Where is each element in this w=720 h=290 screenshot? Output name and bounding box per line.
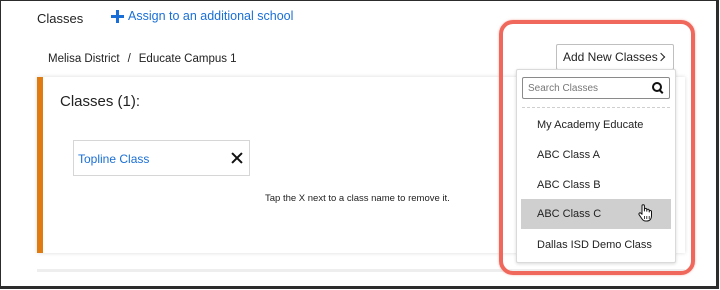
next-section-edge xyxy=(37,269,685,272)
plus-icon xyxy=(111,9,124,23)
dropdown-option[interactable]: ABC Class A xyxy=(521,140,671,170)
screenshot-frame: Classes Assign to an additional school M… xyxy=(0,0,719,289)
class-chip-label[interactable]: Topline Class xyxy=(78,152,149,166)
add-new-classes-button[interactable]: Add New Classes xyxy=(556,44,674,70)
breadcrumb-district: Melisa District xyxy=(48,53,120,65)
add-new-classes-label: Add New Classes xyxy=(563,50,658,64)
dropdown-option[interactable]: My Academy Educate xyxy=(521,110,671,140)
chevron-right-icon xyxy=(656,52,666,62)
page-title: Classes xyxy=(37,11,84,26)
search-icon[interactable] xyxy=(652,82,664,94)
classes-card-title: Classes (1): xyxy=(60,93,141,110)
breadcrumb-separator: / xyxy=(127,53,131,65)
breadcrumb: Melisa District / Educate Campus 1 xyxy=(48,53,237,65)
remove-hint-text: Tap the X next to a class name to remove… xyxy=(265,193,450,204)
classes-dropdown: My Academy Educate ABC Class A ABC Class… xyxy=(516,69,676,263)
assign-school-link-label: Assign to an additional school xyxy=(128,9,294,23)
breadcrumb-campus: Educate Campus 1 xyxy=(138,53,237,65)
dropdown-option-label: ABC Class C xyxy=(537,208,602,220)
assign-school-link[interactable]: Assign to an additional school xyxy=(111,9,293,23)
search-classes-input[interactable] xyxy=(528,82,652,94)
close-icon[interactable] xyxy=(231,152,243,164)
hand-cursor-icon xyxy=(638,204,652,222)
class-chip: Topline Class xyxy=(73,140,250,176)
dropdown-divider xyxy=(522,107,670,108)
dropdown-option[interactable]: ABC Class B xyxy=(521,170,671,200)
search-box xyxy=(522,77,670,99)
dropdown-option[interactable]: Dallas ISD Demo Class xyxy=(521,230,671,260)
dropdown-option-hovered[interactable]: ABC Class C xyxy=(521,199,671,229)
